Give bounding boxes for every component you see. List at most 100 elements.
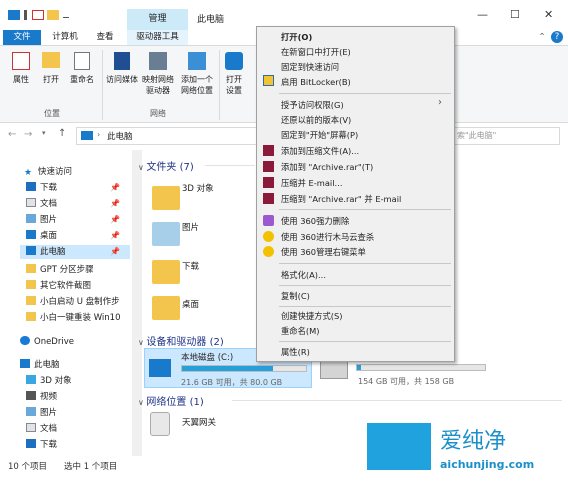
folder-label-desktop[interactable]: 桌面 — [182, 298, 199, 310]
status-selected-count: 选中 1 个项目 — [64, 462, 118, 472]
menu-item-create-shortcut[interactable]: 创建快捷方式(S) — [281, 310, 343, 322]
add-location-button[interactable]: 添加一个 网络位置 — [178, 52, 216, 96]
sidebar-item-folder[interactable]: 小白启动 U 盘制作步 — [26, 295, 120, 309]
map-drive-label-1: 映射网络 — [142, 75, 174, 84]
folder-icon[interactable] — [152, 186, 180, 210]
properties-label: 属性 — [13, 75, 29, 84]
menu-item-open[interactable]: 打开(O) — [281, 31, 312, 43]
menu-item-bitlocker[interactable]: 启用 BitLocker(B) — [281, 76, 351, 88]
sidebar-item-folder[interactable]: 其它软件截图 — [26, 279, 91, 293]
folder-icon[interactable] — [152, 222, 180, 246]
open-settings-button[interactable]: 打开 设置 — [222, 52, 246, 96]
drive-d-usage-fill — [357, 365, 361, 370]
menu-item-add-archive[interactable]: 添加到压缩文件(A)... — [281, 145, 359, 157]
forward-icon[interactable]: → — [24, 129, 32, 140]
drive-d-space[interactable]: 154 GB 可用，共 158 GB — [358, 376, 454, 387]
properties-button[interactable]: 属性 — [8, 52, 34, 85]
sidebar-item-label: GPT 分区步骤 — [40, 265, 94, 275]
menu-item-pin-quick-access[interactable]: 固定到快速访问 — [281, 61, 339, 73]
folder-open-icon — [42, 52, 60, 68]
menu-item-360-scan[interactable]: 使用 360进行木马云查杀 — [281, 231, 374, 243]
collapse-ribbon-icon[interactable]: ⌃ — [536, 30, 548, 45]
menu-item-add-archive-rar[interactable]: 添加到 "Archive.rar"(T) — [281, 161, 373, 173]
up-icon[interactable]: ↑ — [58, 128, 66, 139]
sidebar-quick-access[interactable]: ★ 快速访问 — [24, 165, 72, 179]
sidebar-item-onedrive[interactable]: OneDrive — [20, 335, 74, 349]
menu-item-properties[interactable]: 属性(R) — [281, 346, 310, 358]
pin-icon[interactable]: 📌 — [110, 231, 120, 240]
close-button[interactable]: ✕ — [544, 8, 553, 21]
sidebar-item-downloads[interactable]: 下载 — [26, 181, 57, 195]
router-icon[interactable] — [150, 412, 170, 436]
sidebar-item-folder[interactable]: GPT 分区步骤 — [26, 263, 94, 277]
help-icon[interactable]: ? — [551, 31, 563, 43]
breadcrumb-this-pc[interactable]: 此电脑 — [107, 130, 133, 142]
pin-icon[interactable]: 📌 — [110, 199, 120, 208]
sidebar-item-label: 图片 — [40, 215, 58, 225]
tab-view[interactable]: 查看 — [92, 30, 118, 45]
rename-icon — [74, 52, 90, 70]
tab-file[interactable]: 文件 — [3, 30, 41, 45]
folder-label-downloads[interactable]: 下载 — [182, 260, 199, 272]
menu-item-compress-email[interactable]: 压缩并 E-mail... — [281, 177, 342, 189]
drive-icon[interactable] — [320, 361, 348, 379]
sidebar-item-label: 图片 — [40, 408, 58, 418]
sidebar-item-label: 快速访问 — [38, 167, 73, 177]
maximize-button[interactable]: ☐ — [510, 8, 520, 21]
menu-item-compress-rar-email[interactable]: 压缩到 "Archive.rar" 并 E-mail — [281, 193, 401, 205]
rename-button[interactable]: 重命名 — [66, 52, 98, 85]
folder-icon[interactable] — [152, 260, 180, 284]
sidebar-item-label: 其它软件截图 — [40, 281, 92, 291]
pin-icon[interactable]: 📌 — [110, 183, 120, 192]
sidebar-item-desktop[interactable]: 桌面 — [26, 229, 57, 243]
tab-manage[interactable]: 管理 — [127, 9, 188, 30]
sidebar-item-folder[interactable]: 小白一键重装 Win10 — [26, 311, 121, 325]
menu-item-open-new-window[interactable]: 在新窗口中打开(E) — [281, 46, 351, 58]
access-media-button[interactable]: 访问媒体 — [104, 52, 140, 85]
section-drives-header[interactable]: ∨ 设备和驱动器 (2) — [138, 333, 224, 348]
customize-toolbar-icon[interactable] — [63, 12, 69, 18]
folder-icon[interactable] — [152, 296, 180, 320]
recent-locations-icon[interactable]: ▾ — [42, 129, 46, 137]
menu-item-grant-access[interactable]: 授予访问权限(G) — [281, 99, 344, 111]
watermark-url: aichunjing.com — [440, 458, 535, 471]
pin-icon[interactable]: 📌 — [110, 247, 120, 256]
rename-label: 重命名 — [70, 75, 94, 84]
folder-label-pictures[interactable]: 图片 — [182, 221, 199, 233]
search-input[interactable]: 索"此电脑" — [452, 127, 560, 145]
section-folders-header[interactable]: ∨ 文件夹 (7) — [138, 158, 194, 173]
pin-icon[interactable]: 📌 — [110, 215, 120, 224]
open-button[interactable]: 打开 — [38, 52, 64, 85]
menu-item-360-delete[interactable]: 使用 360强力删除 — [281, 215, 349, 227]
sidebar-item-downloads-pc[interactable]: 下载 — [26, 438, 57, 452]
sidebar-item-videos[interactable]: 视频 — [26, 390, 57, 404]
sidebar-item-documents-pc[interactable]: 文档 — [26, 422, 57, 436]
navigation-scrollbar[interactable] — [132, 150, 142, 456]
menu-item-restore-versions[interactable]: 还原以前的版本(V) — [281, 114, 351, 126]
sidebar-item-3d[interactable]: 3D 对象 — [26, 374, 72, 388]
back-icon[interactable]: ← — [8, 129, 16, 140]
sidebar-item-pictures-pc[interactable]: 图片 — [26, 406, 57, 420]
gear-icon — [225, 52, 243, 70]
tab-computer[interactable]: 计算机 — [48, 30, 82, 45]
network-item-label[interactable]: 天翼网关 — [182, 416, 216, 428]
computer-icon — [81, 131, 93, 140]
open-settings-label-2: 设置 — [226, 86, 242, 95]
folder-label-3d[interactable]: 3D 对象 — [182, 182, 214, 194]
sidebar-item-pictures[interactable]: 图片 — [26, 213, 57, 227]
sidebar-item-this-pc-tree[interactable]: 此电脑 — [20, 358, 60, 372]
menu-item-rename[interactable]: 重命名(M) — [281, 325, 320, 337]
sidebar-item-label: 下载 — [40, 183, 58, 193]
menu-item-pin-start[interactable]: 固定到"开始"屏幕(P) — [281, 129, 358, 141]
section-network-header[interactable]: ∨ 网络位置 (1) — [138, 393, 204, 408]
properties-quick-icon[interactable] — [32, 10, 44, 20]
menu-item-copy[interactable]: 复制(C) — [281, 290, 310, 302]
360-icon — [263, 231, 274, 242]
map-drive-button[interactable]: 映射网络 驱动器 — [139, 52, 177, 96]
sidebar-item-documents[interactable]: 文档 — [26, 197, 57, 211]
tab-drive-tools[interactable]: 驱动器工具 — [127, 30, 188, 45]
minimize-button[interactable]: — — [477, 8, 488, 21]
menu-item-format[interactable]: 格式化(A)... — [281, 269, 326, 281]
new-folder-quick-icon[interactable] — [47, 10, 59, 20]
menu-item-360-manage[interactable]: 使用 360管理右键菜单 — [281, 246, 366, 258]
